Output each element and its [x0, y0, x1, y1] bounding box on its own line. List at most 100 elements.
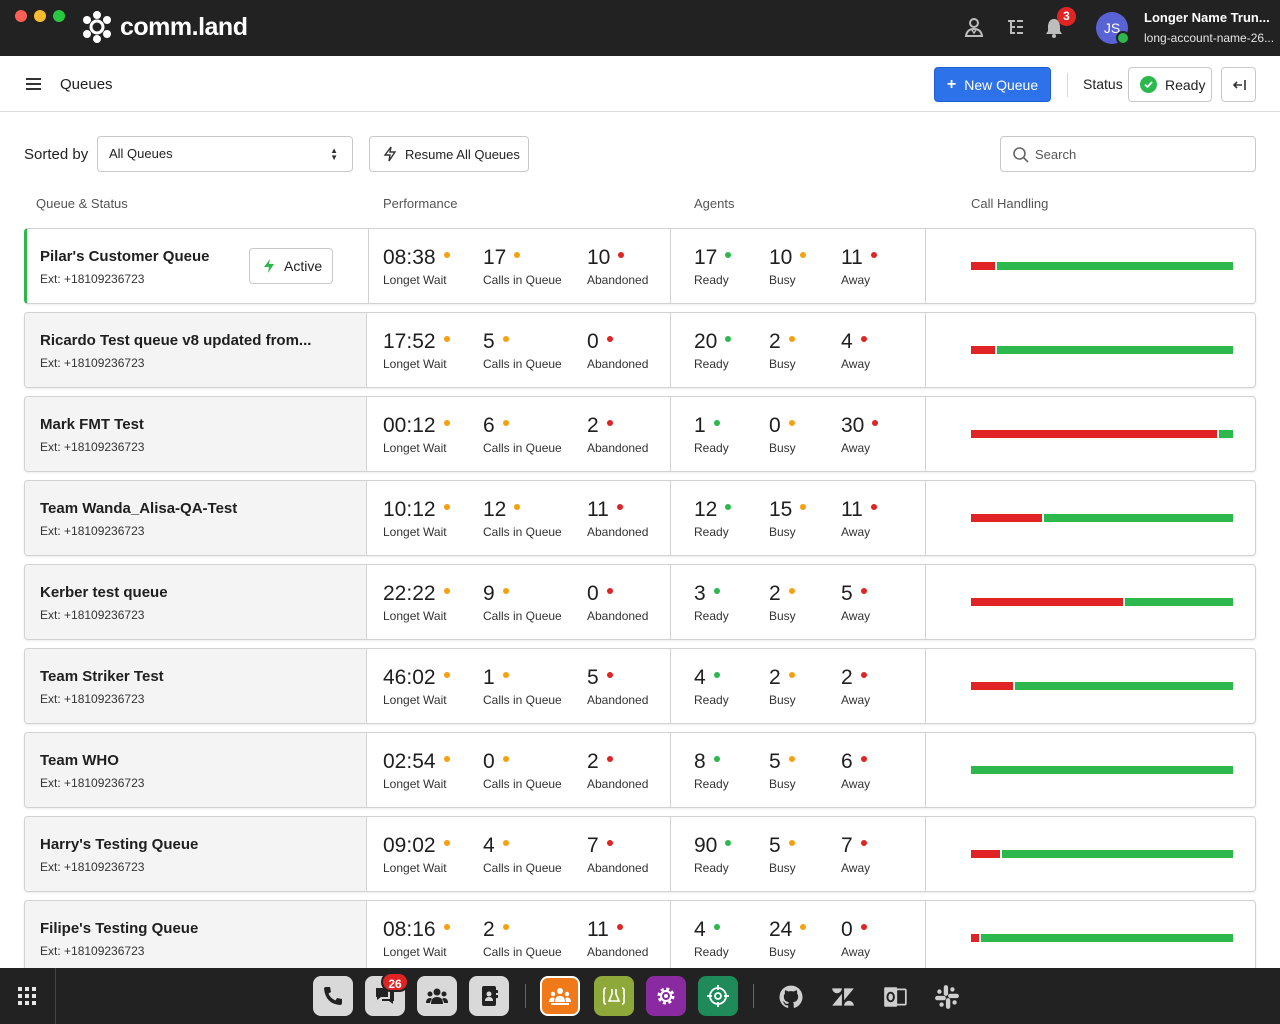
status-button[interactable]: Ready	[1128, 67, 1212, 102]
queue-row[interactable]: Kerber test queue Ext: +18109236723 22:2…	[24, 564, 1256, 640]
queue-row[interactable]: Pilar's Customer Queue Ext: +18109236723…	[24, 228, 1256, 304]
queue-name[interactable]: Ricardo Test queue v8 updated from...	[40, 332, 311, 349]
calls-in-queue-metric: 4 Calls in Queue	[483, 834, 562, 875]
queue-extension: Ext: +18109236723	[40, 272, 145, 286]
agents-away-value: 6	[841, 750, 853, 773]
agents-busy-value: 2	[769, 666, 781, 689]
queue-name[interactable]: Team Striker Test	[40, 668, 164, 685]
queue-row[interactable]: Mark FMT Test Ext: +18109236723 00:12 Lo…	[24, 396, 1256, 472]
agents-away-value: 0	[841, 918, 853, 941]
abandoned-metric: 11 Abandoned	[587, 918, 648, 959]
agents-away-status-dot	[860, 336, 867, 342]
queue-name[interactable]: Filipe's Testing Queue	[40, 920, 198, 937]
agents-ready-label: Ready	[694, 609, 729, 623]
queue-name[interactable]: Harry's Testing Queue	[40, 836, 198, 853]
lightning-icon	[264, 259, 274, 273]
settings-app-button[interactable]	[646, 976, 686, 1016]
calls-in-queue-metric: 17 Calls in Queue	[483, 246, 562, 287]
menu-icon[interactable]	[26, 78, 41, 90]
call-handling-bar	[971, 262, 1233, 270]
phone-app-button[interactable]	[313, 976, 353, 1016]
queue-name[interactable]: Team WHO	[40, 752, 119, 769]
queue-row[interactable]: Team WHO Ext: +18109236723 02:54 Longet …	[24, 732, 1256, 808]
agents-away-status-dot	[860, 672, 867, 678]
abandoned-value: 2	[587, 750, 599, 773]
dock-divider	[55, 968, 56, 1024]
queue-row[interactable]: Team Wanda_Alisa-QA-Test Ext: +181092367…	[24, 480, 1256, 556]
call-handling-bar	[971, 514, 1233, 522]
agents-busy-metric: 10 Busy	[769, 246, 807, 287]
agents-busy-status-dot	[788, 840, 795, 846]
abandoned-value: 0	[587, 330, 599, 353]
column-divider	[670, 733, 671, 807]
longest-wait-label: Longet Wait	[383, 693, 447, 707]
longest-wait-status-dot	[443, 588, 450, 594]
zendesk-icon[interactable]	[830, 984, 856, 1010]
agents-away-status-dot	[870, 252, 877, 258]
new-queue-label: New Queue	[964, 76, 1039, 93]
resume-all-queues-button[interactable]: Resume All Queues	[369, 136, 529, 172]
column-divider	[925, 565, 926, 639]
agents-ready-value: 90	[694, 834, 718, 857]
queue-row[interactable]: Ricardo Test queue v8 updated from... Ex…	[24, 312, 1256, 388]
queue-name[interactable]: Kerber test queue	[40, 584, 168, 601]
outlook-icon[interactable]	[882, 984, 908, 1010]
abandoned-value: 0	[587, 582, 599, 605]
target-app-button[interactable]	[698, 976, 738, 1016]
agents-busy-metric: 2 Busy	[769, 330, 796, 371]
calls-in-queue-status-dot	[514, 252, 521, 258]
search-input[interactable]	[1035, 144, 1235, 164]
window-zoom-button[interactable]	[53, 10, 65, 22]
app-grid-icon[interactable]	[18, 987, 36, 1005]
call-handling-failed-segment	[971, 346, 995, 354]
agents-ready-metric: 8 Ready	[694, 750, 729, 791]
hierarchy-icon[interactable]	[1003, 16, 1027, 40]
lab-app-button[interactable]	[594, 976, 634, 1016]
agents-away-label: Away	[841, 945, 871, 959]
agents-busy-status-dot	[788, 672, 795, 678]
user-name[interactable]: Longer Name Trun...	[1144, 10, 1270, 25]
lab-icon	[602, 987, 626, 1005]
column-header-queue-status: Queue & Status	[36, 196, 128, 211]
github-icon[interactable]	[778, 984, 804, 1010]
queues-app-button[interactable]	[540, 976, 580, 1016]
slack-icon[interactable]	[934, 984, 960, 1010]
column-divider	[925, 733, 926, 807]
longest-wait-label: Longet Wait	[383, 861, 447, 875]
window-close-button[interactable]	[15, 10, 27, 22]
queue-extension: Ext: +18109236723	[40, 944, 145, 958]
calls-in-queue-label: Calls in Queue	[483, 609, 562, 623]
collapse-panel-button[interactable]	[1221, 67, 1256, 102]
queue-name-cell: Kerber test queue Ext: +18109236723	[25, 565, 367, 639]
sort-select[interactable]: All Queues ▲ ▼	[97, 136, 353, 172]
agents-busy-value: 15	[769, 498, 793, 521]
queue-name[interactable]: Mark FMT Test	[40, 416, 144, 433]
calls-in-queue-value: 12	[483, 498, 507, 521]
agents-ready-status-dot	[713, 588, 720, 594]
search-box[interactable]	[1000, 136, 1256, 172]
queue-name[interactable]: Team Wanda_Alisa-QA-Test	[40, 500, 237, 517]
queue-row[interactable]: Filipe's Testing Queue Ext: +18109236723…	[24, 900, 1256, 976]
agents-away-metric: 11 Away	[841, 498, 877, 539]
agents-ready-metric: 20 Ready	[694, 330, 732, 371]
contacts-app-button[interactable]	[469, 976, 509, 1016]
window-minimize-button[interactable]	[34, 10, 46, 22]
queue-row[interactable]: Harry's Testing Queue Ext: +18109236723 …	[24, 816, 1256, 892]
calls-in-queue-status-dot	[514, 504, 521, 510]
team-app-button[interactable]	[417, 976, 457, 1016]
active-toggle-button[interactable]: Active	[249, 248, 333, 284]
agents-ready-value: 8	[694, 750, 706, 773]
column-divider	[925, 649, 926, 723]
lightning-icon	[383, 146, 397, 162]
new-queue-button[interactable]: + New Queue	[934, 67, 1051, 102]
status-label: Status	[1083, 76, 1123, 92]
queue-name[interactable]: Pilar's Customer Queue	[40, 248, 209, 265]
abandoned-value: 7	[587, 834, 599, 857]
select-arrows-icon: ▲ ▼	[330, 146, 338, 162]
queue-row[interactable]: Team Striker Test Ext: +18109236723 46:0…	[24, 648, 1256, 724]
agent-icon[interactable]	[962, 16, 986, 40]
agents-busy-value: 5	[769, 834, 781, 857]
agents-ready-metric: 3 Ready	[694, 582, 729, 623]
longest-wait-metric: 09:02 Longet Wait	[383, 834, 450, 875]
agents-busy-metric: 24 Busy	[769, 918, 807, 959]
